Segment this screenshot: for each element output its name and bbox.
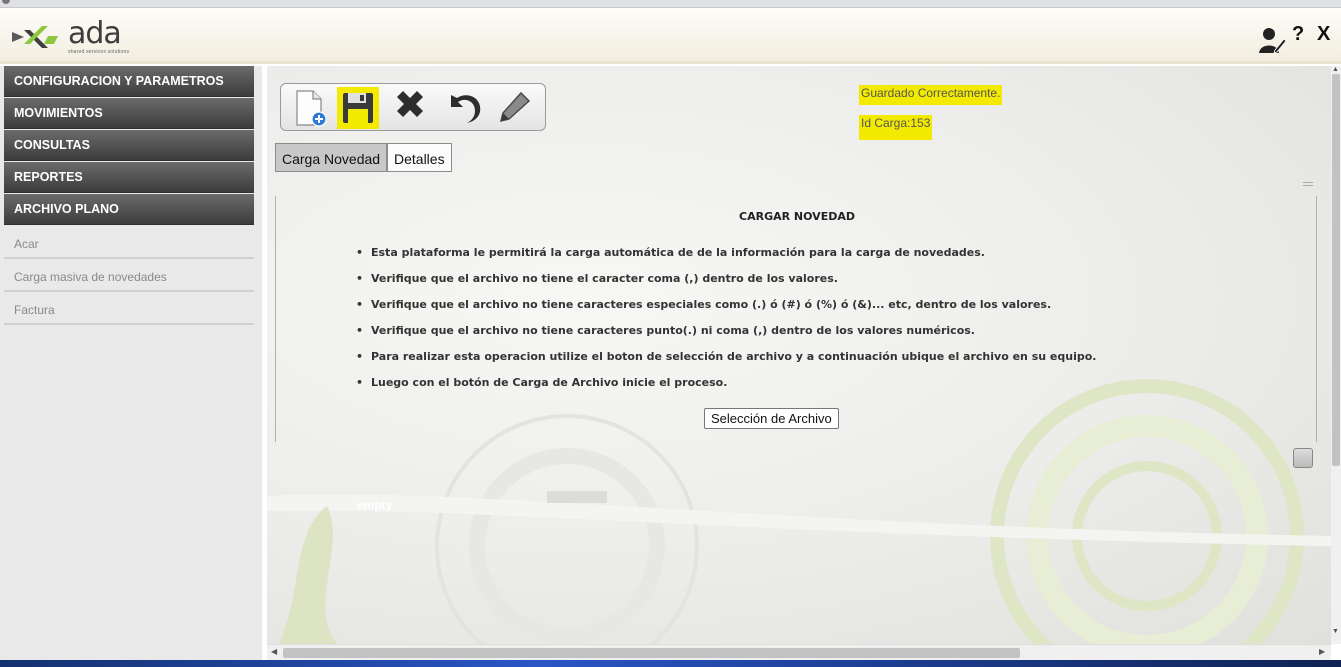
new-document-button[interactable] [289, 87, 331, 129]
scroll-left-icon[interactable]: ◀ [271, 647, 277, 656]
load-id-label: Id Carga:153 [859, 115, 933, 140]
checkbox[interactable] [1293, 448, 1313, 468]
user-edit-icon[interactable] [1258, 26, 1287, 54]
sidebar: CONFIGURACION Y PARAMETROS MOVIMIENTOS C… [0, 66, 262, 667]
menu-consultas[interactable]: CONSULTAS [4, 130, 254, 161]
delete-button[interactable] [389, 87, 431, 129]
new-document-icon [296, 90, 327, 127]
panel-title: CARGAR NOVEDAD [739, 210, 855, 223]
list-item: Verifique que el archivo no tiene el car… [356, 272, 1096, 298]
logo-tagline: shared services solutions [68, 49, 130, 55]
logo-x-icon [12, 26, 58, 48]
undo-icon [451, 95, 481, 123]
save-button[interactable] [335, 83, 381, 131]
submenu-acar[interactable]: Acar [4, 227, 254, 259]
help-button[interactable]: ? [1292, 23, 1304, 46]
ada-logo: ada shared services solutions [10, 16, 140, 58]
list-item: Luego con el botón de Carga de Archivo i… [356, 376, 1096, 402]
logo-wordmark: ada [68, 16, 122, 51]
panel-collapse-handle[interactable] [1303, 182, 1313, 186]
tab-detalles[interactable]: Detalles [387, 143, 452, 172]
toolbar [280, 83, 546, 131]
list-item: Verifique que el archivo no tiene caract… [356, 324, 1096, 350]
browser-strip [0, 0, 1341, 8]
cargar-novedad-panel: CARGAR NOVEDAD Esta plataforma le permit… [275, 196, 1317, 442]
menu-movimientos[interactable]: MOVIMIENTOS [4, 98, 254, 129]
empty-label: empty [357, 498, 393, 512]
delete-icon [397, 91, 423, 117]
list-item: Esta plataforma le permitirá la carga au… [356, 246, 1096, 272]
scroll-up-icon[interactable]: ▲ [1332, 66, 1339, 73]
os-taskbar [0, 660, 1341, 667]
undo-button[interactable] [443, 87, 485, 129]
menu-archivo-plano[interactable]: ARCHIVO PLANO [4, 194, 254, 225]
app-header: ada shared services solutions ? X [0, 8, 1341, 64]
browser-icon [2, 0, 10, 4]
edit-button[interactable] [493, 87, 535, 129]
submenu-carga-masiva[interactable]: Carga masiva de novedades [4, 260, 254, 292]
save-icon [335, 83, 381, 131]
vertical-scroll-thumb[interactable] [1332, 74, 1340, 466]
main-content: Guardado Correctamente. Id Carga:153 Car… [267, 66, 1331, 644]
submenu-factura[interactable]: Factura [4, 293, 254, 325]
select-file-button[interactable]: Selección de Archivo [704, 408, 839, 429]
save-success-message: Guardado Correctamente. [859, 85, 1003, 105]
close-button[interactable]: X [1317, 23, 1330, 46]
scroll-down-icon[interactable]: ▼ [1332, 628, 1339, 635]
list-item: Verifique que el archivo no tiene caract… [356, 298, 1096, 324]
tab-carga-novedad[interactable]: Carga Novedad [275, 143, 388, 172]
instructions-list: Esta plataforma le permitirá la carga au… [356, 246, 1096, 402]
scroll-right-icon[interactable]: ▶ [1319, 647, 1325, 656]
menu-reportes[interactable]: REPORTES [4, 162, 254, 193]
menu-configuracion[interactable]: CONFIGURACION Y PARAMETROS [4, 66, 254, 97]
horizontal-scroll-thumb[interactable] [283, 648, 1020, 658]
vertical-scrollbar[interactable]: ▲ ▼ [1331, 66, 1341, 644]
list-item: Para realizar esta operacion utilize el … [356, 350, 1096, 376]
edit-icon [499, 91, 531, 123]
horizontal-scrollbar[interactable]: ◀ ▶ [267, 644, 1331, 660]
